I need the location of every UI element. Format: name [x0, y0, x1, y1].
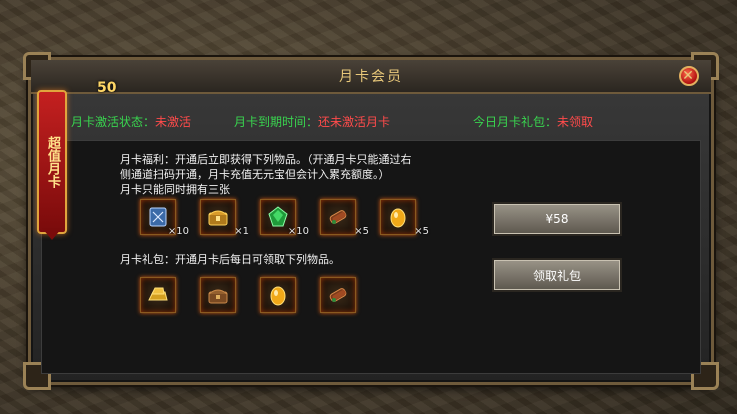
expiry-value: 还未激活月卡 — [318, 115, 391, 129]
wood-chest-icon — [208, 289, 228, 304]
ribbon-tail — [42, 228, 62, 240]
gift-label: 今日月卡礼包： — [473, 115, 558, 129]
item-qty: ×5 — [354, 226, 369, 237]
gift-value: 未领取 — [557, 115, 594, 129]
green-gem-icon — [268, 206, 288, 227]
title-bar: 月卡会员 ✕ — [31, 60, 711, 94]
item-qty: ×5 — [414, 226, 429, 237]
item-qty: ×1 — [234, 226, 249, 237]
activation-status: 月卡激活状态：未激活 — [71, 113, 191, 130]
ribbon-badge: 50 — [97, 80, 117, 96]
spellbook-icon — [149, 207, 167, 227]
benefit-item-slot[interactable]: ×5 — [380, 199, 429, 237]
daily-item-slot[interactable] — [200, 277, 236, 313]
golden-egg-icon — [270, 286, 286, 306]
golden-egg-icon — [390, 208, 406, 228]
benefits-line-2: 侧通道扫码开通，月卡充值无元宝但会计入累充额度。） — [120, 168, 390, 181]
daily-item-slot[interactable] — [320, 277, 356, 313]
window-title: 月卡会员 — [339, 69, 403, 85]
expiry-label: 月卡到期时间： — [234, 115, 319, 129]
scroll-bundle-icon — [329, 288, 347, 302]
treasure-chest-icon — [208, 210, 228, 226]
benefit-item-slot[interactable]: ×1 — [200, 199, 249, 237]
daily-gift-text: 月卡礼包：开通月卡后每日可领取下列物品。 — [120, 253, 340, 266]
item-qty: ×10 — [167, 226, 189, 237]
ribbon-text: 超值月卡 — [45, 136, 60, 188]
claim-gift-button[interactable]: 领取礼包 — [492, 258, 622, 292]
benefits-line-3: 月卡只能同时拥有三张 — [120, 183, 230, 196]
status-row: 月卡激活状态：未激活 月卡到期时间：还未激活月卡 今日月卡礼包：未领取 — [41, 113, 701, 133]
daily-item-slot[interactable] — [260, 277, 296, 313]
value-ribbon: 超值月卡 — [37, 90, 67, 234]
activation-label: 月卡激活状态： — [71, 115, 156, 129]
daily-item-slot[interactable] — [140, 277, 176, 313]
expiry-status: 月卡到期时间：还未激活月卡 — [234, 113, 390, 130]
gift-status: 今日月卡礼包：未领取 — [473, 113, 593, 130]
activation-value: 未激活 — [155, 115, 192, 129]
close-icon: ✕ — [682, 68, 696, 84]
gold-bar-icon — [148, 287, 168, 301]
item-qty: ×10 — [287, 226, 309, 237]
benefit-item-slot[interactable]: ×10 — [140, 199, 189, 237]
benefit-item-slot[interactable]: ×5 — [320, 199, 369, 237]
benefit-item-slot[interactable]: ×10 — [260, 199, 309, 237]
benefits-line-1: 月卡福利：开通后立即获得下列物品。（开通月卡只能通过右 — [120, 153, 412, 166]
close-button[interactable]: ✕ — [679, 66, 699, 86]
scroll-bundle-icon — [329, 210, 347, 224]
purchase-button[interactable]: ¥58 — [492, 202, 622, 236]
